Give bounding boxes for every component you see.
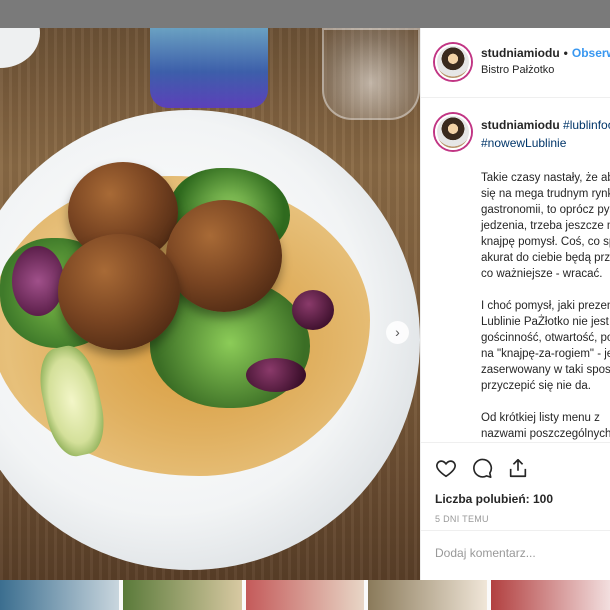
comment-icon[interactable] xyxy=(471,457,493,479)
share-icon[interactable] xyxy=(507,457,529,479)
hashtag-link[interactable]: #nowewLublinie xyxy=(481,136,566,150)
caption-text: Takie czasy nastały, że aby się na mega … xyxy=(481,170,610,442)
caption-line: Od krótkiej listy menu z xyxy=(481,412,600,424)
olive xyxy=(246,358,306,392)
caption-line: gościnność, otwartość, postawienie xyxy=(481,332,610,344)
olive xyxy=(292,290,334,330)
comment-box xyxy=(421,530,610,580)
falafel xyxy=(58,234,180,350)
caption-line: gastronomii, to oprócz pysznego xyxy=(481,204,610,216)
caption-line: na "knajpę-za-rogiem" - jest tak xyxy=(481,348,610,360)
post-header: studniamiodu• Obserwuj Bistro Pałżotko xyxy=(421,28,610,98)
separator-dot: • xyxy=(563,46,568,60)
caption-line: nazwami poszczególnych xyxy=(481,428,610,440)
caption-line: I choć pomysł, jaki prezentuje na xyxy=(481,300,610,312)
caption-line: knajpę pomysł. Coś, co sprawi, że xyxy=(481,236,610,248)
caption-header: studniamiodu #lublinfood #nowewLublinie xyxy=(481,116,610,152)
caption-username-link[interactable]: studniamiodu xyxy=(481,118,560,132)
heart-icon[interactable] xyxy=(435,457,457,479)
post-date[interactable]: 5 DNI TEMU xyxy=(435,514,489,524)
follow-button[interactable]: Obserwuj xyxy=(572,46,610,60)
caption-line: Takie czasy nastały, że aby xyxy=(481,172,610,184)
related-thumbnail[interactable] xyxy=(122,580,242,610)
avatar[interactable] xyxy=(435,114,471,150)
caption-line: co ważniejsze - wracać. xyxy=(481,268,603,280)
post-actions: Liczba polubień: 100 5 DNI TEMU xyxy=(421,442,610,534)
top-bar xyxy=(0,0,610,28)
post-sidebar: studniamiodu•Obserwuj Bistro Pałżotko st… xyxy=(420,28,610,580)
caption-paragraph: Takie czasy nastały, że aby się na mega … xyxy=(481,170,610,282)
related-thumbnail[interactable] xyxy=(491,580,610,610)
caption-line: akurat do ciebie będą przychodzić i xyxy=(481,252,610,264)
related-thumbnail[interactable] xyxy=(245,580,365,610)
header-user-line: studniamiodu• Obserwuj xyxy=(481,46,610,60)
post-photo[interactable]: › xyxy=(0,28,420,580)
related-thumbnail[interactable] xyxy=(0,580,119,610)
avatar[interactable] xyxy=(435,44,471,80)
caption-line: przyczepić się nie da. xyxy=(481,380,591,392)
caption-paragraph: Od krótkiej listy menu z nazwami poszcze… xyxy=(481,410,610,442)
red-cabbage xyxy=(12,246,64,316)
likes-count[interactable]: Liczba polubień: 100 xyxy=(435,492,553,506)
username-link[interactable]: studniamiodu xyxy=(481,46,560,60)
caption-line: się na mega trudnym rynku xyxy=(481,188,610,200)
location-link[interactable]: Bistro Pałżotko xyxy=(481,64,554,76)
chevron-right-icon[interactable]: › xyxy=(386,321,409,344)
hashtag-link[interactable]: #lublinfood xyxy=(563,118,610,132)
blue-glass xyxy=(150,28,268,108)
related-posts-strip xyxy=(0,580,610,610)
comment-input[interactable] xyxy=(435,546,605,560)
water-glass xyxy=(322,28,420,120)
caption-line: Lublinie PaŻłotko nie jest nowy - xyxy=(481,316,610,328)
caption-paragraph: I choć pomysł, jaki prezentuje na Lublin… xyxy=(481,298,610,394)
caption: studniamiodu #lublinfood #nowewLublinie … xyxy=(421,98,610,442)
falafel xyxy=(166,200,282,312)
caption-line: jedzenia, trzeba jeszcze mieć na xyxy=(481,220,610,232)
related-thumbnail[interactable] xyxy=(368,580,488,610)
caption-line: zaserwowany w taki sposób, że xyxy=(481,364,610,376)
